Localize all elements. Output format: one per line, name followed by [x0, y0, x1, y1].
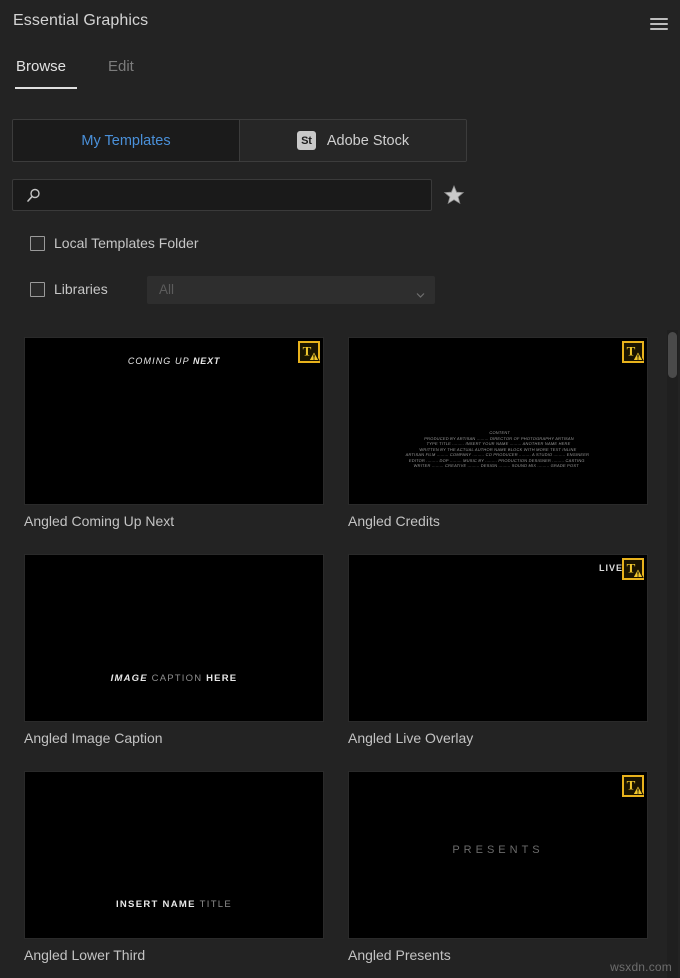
template-card[interactable]: CONTENT PRODUCED BY ARTISAN ......... DI…	[348, 337, 648, 529]
svg-text:T: T	[627, 778, 636, 793]
thumbnail-art-text: PRESENTS	[452, 844, 544, 856]
filter-libraries-row: Libraries All	[0, 274, 680, 320]
missing-font-badge-icon: T	[622, 341, 644, 363]
template-card[interactable]: INSERT NAME TITLE Angled Lower Third	[24, 771, 324, 963]
thumbnail-art-text: LIVE	[598, 563, 623, 573]
chevron-down-icon	[416, 287, 425, 298]
template-name: Angled Credits	[348, 513, 440, 529]
art-text-plain: COMING UP	[127, 356, 193, 366]
art-text-dim: CAPTION	[151, 673, 203, 684]
template-name: Angled Live Overlay	[348, 730, 474, 746]
search-row	[12, 179, 467, 212]
my-templates-button[interactable]: My Templates	[13, 120, 240, 161]
watermark: wsxdn.com	[610, 960, 672, 974]
missing-font-badge-icon: T	[622, 558, 644, 580]
active-tab-indicator	[15, 87, 77, 89]
search-box[interactable]	[12, 179, 432, 212]
template-name: Angled Coming Up Next	[24, 513, 175, 529]
search-input[interactable]	[47, 180, 429, 212]
art-text-em: IMAGE	[110, 673, 148, 684]
local-templates-label: Local Templates Folder	[54, 235, 199, 251]
library-select-value: All	[159, 282, 175, 297]
tab-browse[interactable]: Browse	[16, 58, 66, 82]
template-name: Angled Image Caption	[24, 730, 163, 746]
credit-line: WRITER ......... CREATIVE ......... DESI…	[413, 463, 580, 468]
svg-text:T: T	[303, 344, 312, 359]
adobe-stock-icon: St	[296, 131, 316, 150]
missing-font-badge-icon: T	[622, 775, 644, 797]
tab-bar: Browse Edit	[0, 58, 680, 96]
menu-bar	[650, 28, 668, 30]
hamburger-menu-icon[interactable]	[648, 13, 670, 35]
thumbnail-art-text: INSERT NAME TITLE	[25, 899, 323, 910]
filters-section: Local Templates Folder Libraries All	[0, 228, 680, 320]
my-templates-label: My Templates	[81, 132, 171, 149]
thumbnail-art-credits: CONTENT PRODUCED BY ARTISAN ......... DI…	[349, 430, 647, 469]
svg-text:T: T	[627, 561, 636, 576]
scrollbar-thumb[interactable]	[668, 332, 677, 378]
menu-bar	[650, 18, 668, 20]
page-title: Essential Graphics	[13, 12, 149, 29]
adobe-stock-button[interactable]: St Adobe Stock	[240, 120, 466, 161]
art-text-bold: NEXT	[192, 356, 221, 366]
template-name: Angled Lower Third	[24, 947, 146, 963]
scrollbar-track[interactable]	[667, 330, 678, 978]
svg-text:T: T	[627, 344, 636, 359]
template-name: Angled Presents	[348, 947, 451, 963]
source-toggle-group: My Templates St Adobe Stock	[12, 119, 467, 162]
library-select[interactable]: All	[147, 276, 435, 304]
art-text-bold: INSERT NAME	[115, 899, 196, 910]
template-card[interactable]: LIVE T Angled Live Overlay	[348, 554, 648, 746]
search-icon	[26, 188, 41, 203]
panel-header: Essential Graphics	[0, 0, 680, 48]
template-card[interactable]: PRESENTS T Angled Presents	[348, 771, 648, 963]
template-card[interactable]: IMAGE CAPTION HERE Angled Image Caption	[24, 554, 324, 746]
template-thumbnail[interactable]: IMAGE CAPTION HERE	[24, 554, 324, 722]
libraries-checkbox[interactable]	[30, 282, 45, 297]
thumbnail-art-text: COMING UP NEXT	[25, 356, 323, 366]
thumbnail-art-text: IMAGE CAPTION HERE	[25, 673, 323, 684]
template-thumbnail[interactable]: PRESENTS T	[348, 771, 648, 939]
filter-local-templates-row: Local Templates Folder	[0, 228, 680, 274]
template-grid: COMING UP NEXT T Angled Coming Up Next C…	[0, 328, 680, 978]
missing-font-badge-icon: T	[298, 341, 320, 363]
libraries-label: Libraries	[54, 281, 108, 297]
template-thumbnail[interactable]: CONTENT PRODUCED BY ARTISAN ......... DI…	[348, 337, 648, 505]
art-text-dim: TITLE	[199, 899, 233, 910]
star-icon[interactable]	[441, 182, 467, 208]
adobe-stock-label: Adobe Stock	[326, 132, 410, 149]
menu-bar	[650, 23, 668, 25]
template-card[interactable]: COMING UP NEXT T Angled Coming Up Next	[24, 337, 324, 529]
local-templates-checkbox[interactable]	[30, 236, 45, 251]
tab-edit[interactable]: Edit	[108, 58, 134, 82]
template-thumbnail[interactable]: INSERT NAME TITLE	[24, 771, 324, 939]
template-thumbnail[interactable]: LIVE T	[348, 554, 648, 722]
art-text-bold: HERE	[206, 673, 238, 684]
template-thumbnail[interactable]: COMING UP NEXT T	[24, 337, 324, 505]
